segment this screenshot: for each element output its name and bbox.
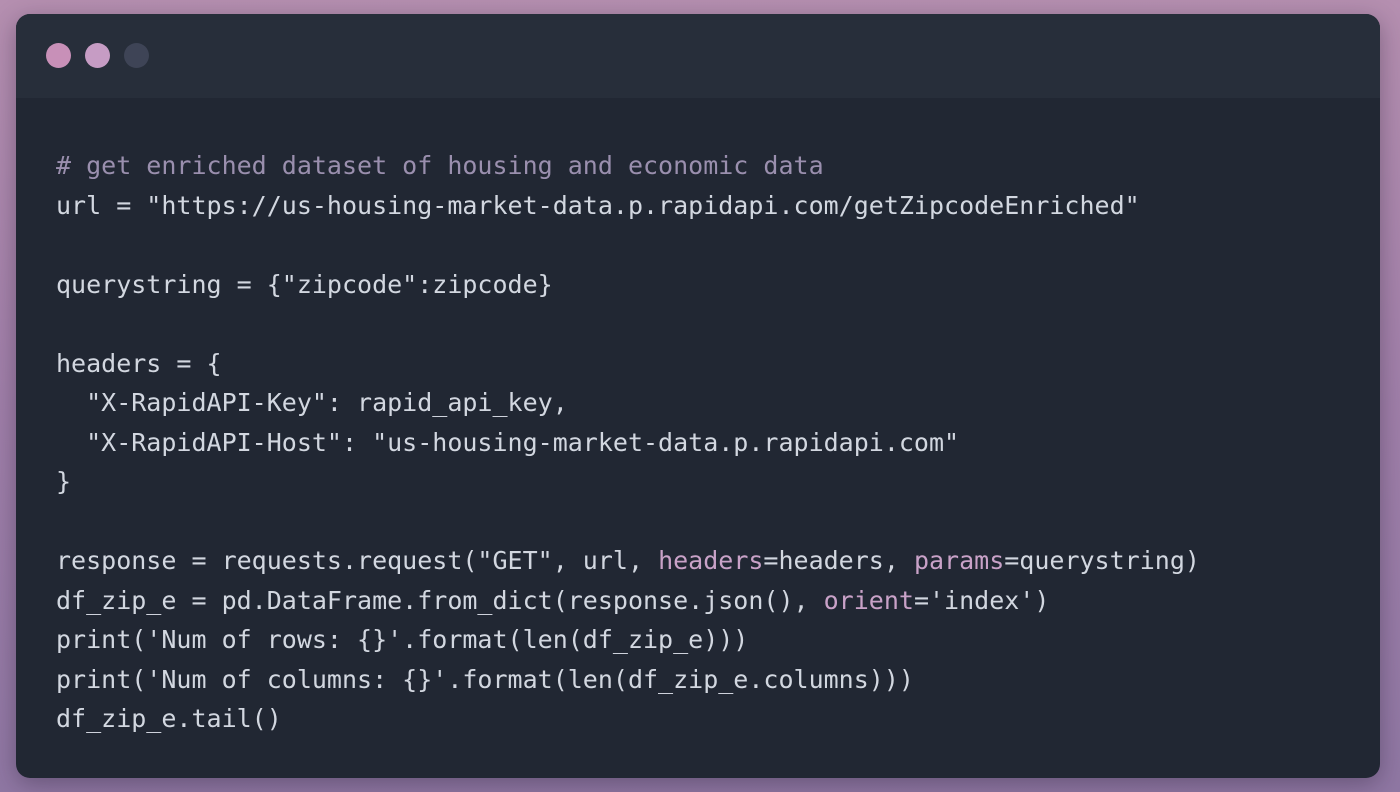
code-token: "X-RapidAPI-Key": rapid_api_key, — [56, 388, 568, 417]
code-line: print('Num of rows: {}'.format(len(df_zi… — [56, 620, 1200, 660]
code-line: df_zip_e.tail() — [56, 699, 1200, 739]
code-line: # get enriched dataset of housing and ec… — [56, 146, 1200, 186]
code-keyword-argument: headers — [658, 546, 764, 575]
zoom-window-icon[interactable] — [124, 43, 149, 68]
code-token: querystring = {"zipcode":zipcode} — [56, 269, 553, 299]
code-token: =headers, — [763, 546, 914, 575]
minimize-window-icon[interactable] — [85, 43, 110, 68]
code-token: ='index') — [913, 585, 1050, 615]
window-titlebar — [16, 14, 1380, 98]
code-line: url = "https://us-housing-market-data.p.… — [56, 186, 1200, 226]
code-token: print('Num of rows: {}'.format(len(df_zi… — [56, 625, 749, 654]
code-token: =querystring) — [1004, 546, 1200, 575]
code-line: "X-RapidAPI-Key": rapid_api_key, — [56, 383, 1200, 423]
code-line: print('Num of columns: {}'.format(len(df… — [56, 660, 1200, 700]
code-line: df_zip_e = pd.DataFrame.from_dict(respon… — [56, 581, 1200, 621]
code-token: url = "https://us-housing-market-data.p.… — [56, 190, 1140, 220]
code-token: df_zip_e = pd.DataFrame.from_dict(respon… — [56, 585, 824, 615]
code-token: "X-RapidAPI-Host": "us-housing-market-da… — [56, 427, 960, 457]
code-line: querystring = {"zipcode":zipcode} — [56, 265, 1200, 305]
code-token: print('Num of columns: {}'.format(len(df… — [56, 664, 914, 694]
code-line: response = requests.request("GET", url, … — [56, 541, 1200, 581]
code-token: } — [56, 467, 72, 496]
code-line: "X-RapidAPI-Host": "us-housing-market-da… — [56, 423, 1200, 463]
code-token: df_zip_e.tail() — [56, 704, 282, 733]
code-block: # get enriched dataset of housing and ec… — [56, 146, 1200, 739]
code-comment: # get enriched dataset of housing and ec… — [56, 151, 824, 180]
code-keyword-argument: params — [913, 546, 1005, 575]
code-window: # get enriched dataset of housing and ec… — [16, 14, 1380, 778]
code-keyword-argument: orient — [823, 585, 914, 615]
code-line: } — [56, 462, 1200, 502]
code-token: headers = { — [56, 348, 222, 378]
code-token: response = requests.request("GET", url, — [56, 546, 659, 575]
close-window-icon[interactable] — [46, 43, 71, 68]
code-line: headers = { — [56, 344, 1200, 384]
